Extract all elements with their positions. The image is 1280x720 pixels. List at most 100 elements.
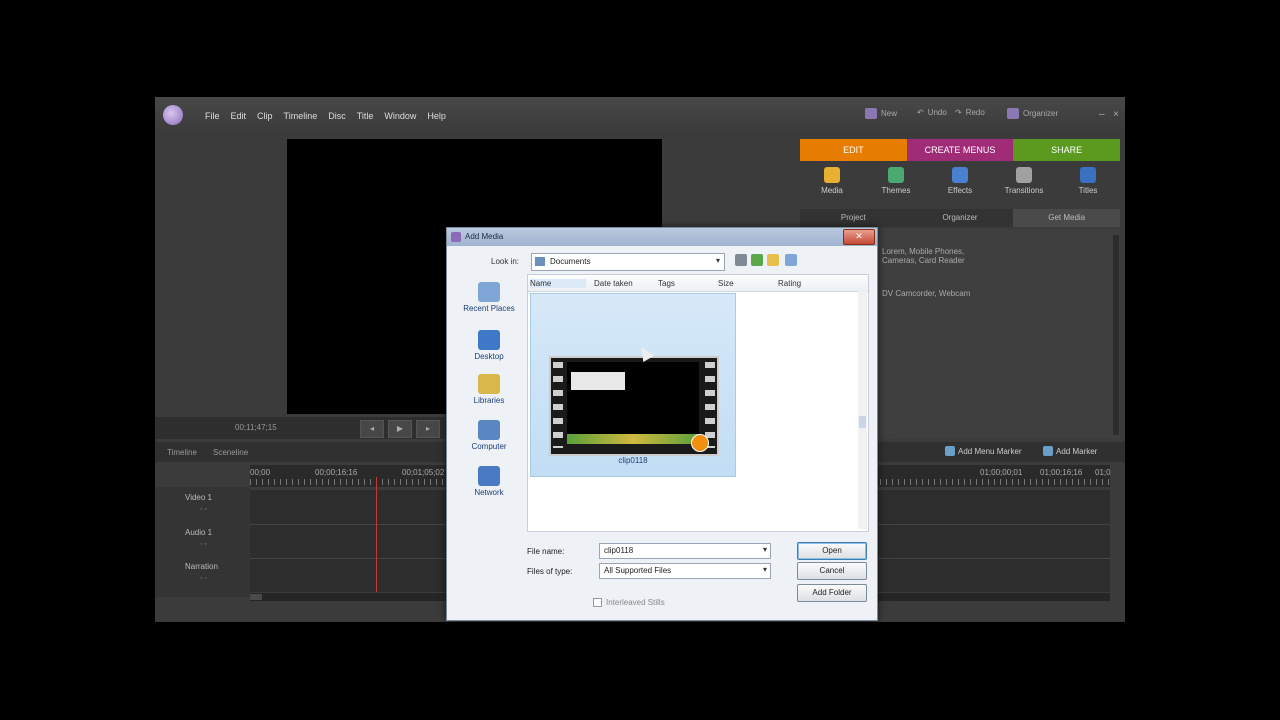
file-list-scroll-thumb[interactable] <box>859 416 866 428</box>
undo-icon: ↶ <box>917 108 924 117</box>
timeline-playhead[interactable] <box>376 477 377 592</box>
back-icon[interactable] <box>735 254 747 266</box>
tool-titles-label: Titles <box>1078 186 1098 195</box>
tool-titles[interactable]: Titles <box>1063 165 1113 207</box>
place-recent[interactable]: Recent Places <box>453 282 525 313</box>
place-recent-label: Recent Places <box>463 304 515 313</box>
files-of-type-select[interactable]: All Supported Files ▾ <box>599 563 771 579</box>
interleaved-stills-checkbox[interactable]: Interleaved Stills <box>593 598 665 607</box>
app-logo-icon <box>163 105 183 125</box>
place-desktop[interactable]: Desktop <box>453 330 525 361</box>
subtab-organizer[interactable]: Organizer <box>907 209 1014 227</box>
add-marker-label: Add Marker <box>1056 446 1098 456</box>
panel-line-1: Lorem, Mobile Phones, <box>882 247 965 256</box>
redo-icon: ↷ <box>955 108 962 117</box>
sceneline-tab[interactable]: Sceneline <box>213 448 248 457</box>
open-button[interactable]: Open <box>797 542 867 560</box>
tool-effects[interactable]: Effects <box>935 165 985 207</box>
subtab-project[interactable]: Project <box>800 209 907 227</box>
subtab-get-media[interactable]: Get Media <box>1013 209 1121 227</box>
step-forward-button[interactable]: ▸ <box>416 420 440 438</box>
edit-tools: Media Themes Effects Transitions Titles <box>800 165 1120 207</box>
titles-icon <box>1080 167 1096 183</box>
new-project-icon <box>865 108 877 119</box>
file-list-scrollbar[interactable] <box>858 291 867 529</box>
undo-button[interactable]: ↶ Undo <box>917 108 947 117</box>
add-marker-button[interactable]: Add Marker <box>1043 446 1097 456</box>
column-rating[interactable]: Rating <box>778 279 801 288</box>
organizer-button[interactable]: Organizer <box>1007 108 1058 119</box>
timeline-tab[interactable]: Timeline <box>167 448 197 457</box>
step-back-button[interactable]: ◂ <box>360 420 384 438</box>
video-thumbnail <box>549 356 719 456</box>
monitor-timecode: 00;11;47;15 <box>235 423 277 432</box>
track-audio-1-label: Audio 1 <box>185 528 213 537</box>
tool-media[interactable]: Media <box>807 165 857 207</box>
column-name[interactable]: Name <box>530 279 586 288</box>
place-libraries[interactable]: Libraries <box>453 374 525 405</box>
place-computer[interactable]: Computer <box>453 420 525 451</box>
column-date-taken[interactable]: Date taken <box>594 279 633 288</box>
new-label: New <box>881 109 898 118</box>
thumbnail-band <box>567 434 699 444</box>
checkbox-box[interactable] <box>593 598 602 607</box>
panel-line-2: Cameras, Card Reader <box>882 256 965 265</box>
thumbnail-frame <box>567 362 699 444</box>
tab-share[interactable]: SHARE <box>1013 139 1121 161</box>
menu-clip[interactable]: Clip <box>257 111 273 121</box>
menu-edit[interactable]: Edit <box>231 111 247 121</box>
file-item[interactable]: clip0118 <box>530 293 736 477</box>
tab-edit[interactable]: EDIT <box>800 139 907 161</box>
file-name-label: File name: <box>527 547 565 556</box>
look-in-dropdown[interactable]: Documents ▾ <box>531 253 725 271</box>
redo-button[interactable]: ↷ Redo <box>955 108 985 117</box>
play-button[interactable]: ▶ <box>388 420 412 438</box>
computer-icon <box>478 420 500 440</box>
dialog-close-button[interactable]: ✕ <box>843 229 875 245</box>
new-folder-icon[interactable] <box>767 254 779 266</box>
add-media-dialog: Add Media ✕ Look in: Documents ▾ Recent … <box>446 227 878 621</box>
panel-scrollbar[interactable] <box>1113 235 1119 435</box>
new-project-button[interactable]: New <box>865 108 897 119</box>
menu-window[interactable]: Window <box>384 111 416 121</box>
file-name-input[interactable]: clip0118 ▾ <box>599 543 771 559</box>
tool-themes-label: Themes <box>881 186 911 195</box>
themes-icon <box>888 167 904 183</box>
place-network[interactable]: Network <box>453 466 525 497</box>
tab-create-menus[interactable]: CREATE MENUS <box>906 139 1014 161</box>
file-list[interactable]: Name Date taken Tags Size Rating clip011… <box>527 274 869 532</box>
tool-themes[interactable]: Themes <box>871 165 921 207</box>
menu-bar: File Edit Clip Timeline Disc Title Windo… <box>205 111 446 121</box>
network-icon <box>478 466 500 486</box>
menu-file[interactable]: File <box>205 111 220 121</box>
minimize-button[interactable]: – <box>1099 109 1105 120</box>
track-narration-controls[interactable]: ◦ ◦ <box>200 575 207 582</box>
redo-label: Redo <box>965 108 985 117</box>
ruler-label: 00;01;05;02 <box>402 468 445 477</box>
panel-line-6: DV Camcorder, Webcam <box>882 289 971 298</box>
up-folder-icon[interactable] <box>751 254 763 266</box>
menu-timeline[interactable]: Timeline <box>284 111 318 121</box>
menu-title[interactable]: Title <box>357 111 374 121</box>
film-holes <box>705 362 715 448</box>
column-tags[interactable]: Tags <box>658 279 675 288</box>
organizer-icon <box>1007 108 1019 119</box>
tool-transitions[interactable]: Transitions <box>999 165 1049 207</box>
track-audio-1-controls[interactable]: ◦ ◦ <box>200 541 207 548</box>
add-folder-button[interactable]: Add Folder <box>797 584 867 602</box>
place-libraries-label: Libraries <box>473 396 505 405</box>
view-menu-icon[interactable] <box>785 254 797 266</box>
cancel-button[interactable]: Cancel <box>797 562 867 580</box>
media-icon <box>824 167 840 183</box>
menu-help[interactable]: Help <box>427 111 446 121</box>
column-size[interactable]: Size <box>718 279 734 288</box>
add-menu-marker-button[interactable]: Add Menu Marker <box>945 446 1022 456</box>
files-of-type-value: All Supported Files <box>604 566 672 575</box>
transitions-icon <box>1016 167 1032 183</box>
close-window-button[interactable]: × <box>1113 109 1119 120</box>
timeline-scroll-thumb[interactable] <box>250 594 262 600</box>
menu-disc[interactable]: Disc <box>328 111 346 121</box>
look-in-label: Look in: <box>491 257 520 266</box>
place-desktop-label: Desktop <box>474 352 504 361</box>
track-video-1-controls[interactable]: ◦ ◦ <box>200 506 207 513</box>
